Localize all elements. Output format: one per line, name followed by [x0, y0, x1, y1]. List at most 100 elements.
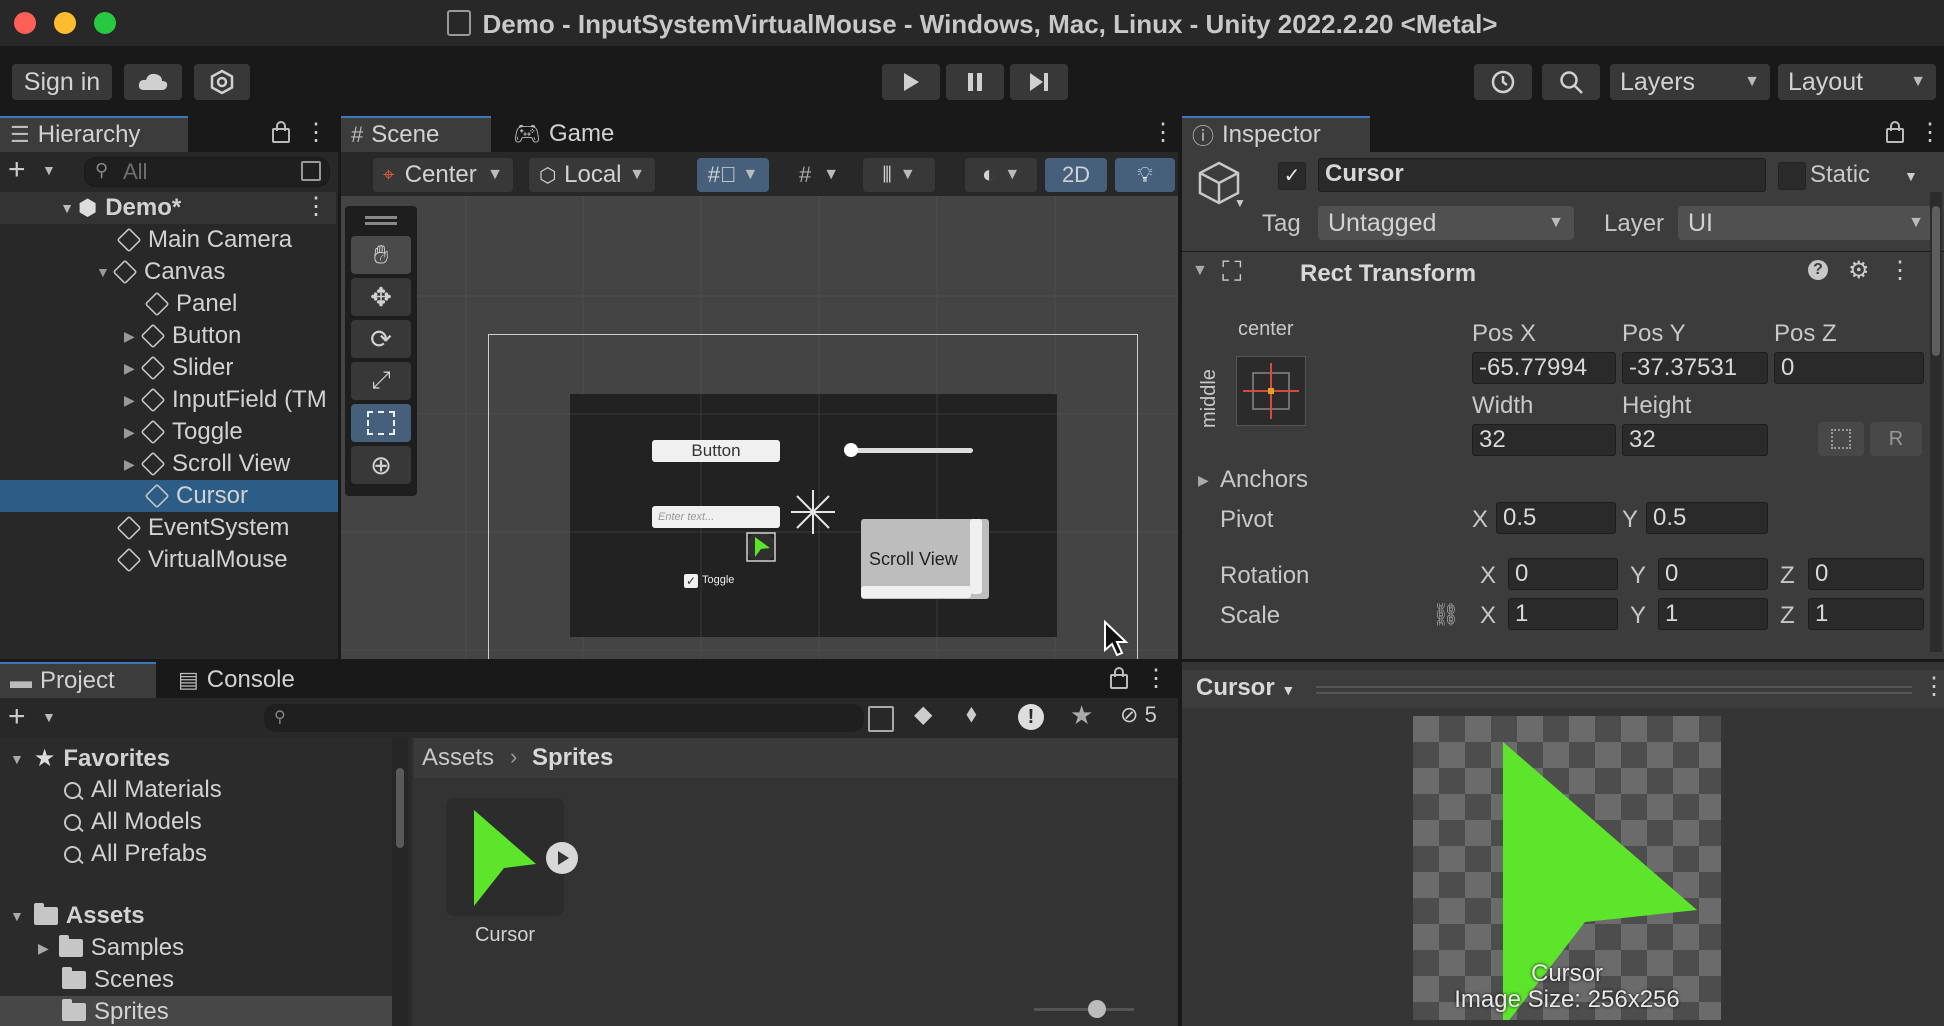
favorite-item[interactable]: All Prefabs	[64, 840, 207, 868]
icon-size-slider[interactable]	[1034, 1008, 1134, 1011]
hierarchy-item-scroll-view[interactable]: ▶ Scroll View	[0, 448, 338, 480]
sign-in-button[interactable]: Sign in	[12, 64, 112, 100]
preview-toggle-checkbox[interactable]: ✓	[684, 574, 698, 588]
tab-hierarchy[interactable]: ☰ Hierarchy	[0, 116, 188, 152]
preview-inputfield[interactable]: Enter text...	[652, 506, 780, 528]
project-search-input[interactable]: ⚲	[264, 704, 864, 732]
folder-item[interactable]: ▶ Samples	[38, 934, 184, 962]
pivot-mode-dropdown[interactable]: ⌖ Center ▼	[373, 158, 513, 192]
add-icon[interactable]: +	[8, 153, 26, 187]
step-button[interactable]	[1010, 64, 1068, 100]
hierarchy-search-input[interactable]: ⚲ All	[84, 157, 330, 187]
chevron-down-icon[interactable]: ▼	[1904, 168, 1918, 184]
cursor-sprite-icon[interactable]	[746, 532, 776, 562]
snap-increment-toggle[interactable]: # ▼	[783, 158, 855, 192]
more-options-icon[interactable]: ⋮	[1144, 664, 1168, 693]
search-button[interactable]	[1542, 64, 1600, 100]
pos-z-field[interactable]: 0	[1774, 352, 1924, 384]
rotate-tool-button[interactable]: ⟳	[351, 320, 411, 358]
collapsed-icon[interactable]: ▶	[1198, 472, 1209, 489]
inspector-scrollbar[interactable]	[1930, 192, 1942, 652]
pivot-x-field[interactable]: 0.5	[1496, 502, 1616, 534]
favorite-item[interactable]: All Models	[64, 808, 202, 836]
add-icon[interactable]: +	[8, 700, 26, 734]
folder-item[interactable]: Scenes	[62, 966, 174, 994]
scale-tool-button[interactable]: ⤢	[351, 362, 411, 400]
pause-button[interactable]	[946, 64, 1004, 100]
anchor-preset-button[interactable]	[1236, 356, 1306, 426]
pos-x-field[interactable]: -65.77994	[1472, 352, 1616, 384]
more-options-icon[interactable]: ⋮	[1888, 256, 1912, 285]
rect-transform-header[interactable]: ▼ ⛶ Rect Transform ? ⚙︎ ⋮	[1182, 252, 1944, 294]
expand-sprite-button[interactable]	[546, 842, 578, 874]
tab-game[interactable]: 🎮︎ Game	[503, 116, 633, 152]
chevron-down-icon[interactable]: ▼	[1234, 196, 1246, 210]
lock-icon[interactable]	[1110, 667, 1128, 689]
lighting-toggle[interactable]: 💡︎	[1115, 158, 1175, 192]
scene-pick-icon[interactable]	[301, 161, 321, 181]
presets-icon[interactable]: ⚙︎	[1848, 256, 1870, 285]
preview-slider[interactable]	[848, 448, 973, 453]
hierarchy-item-panel[interactable]: Panel	[0, 288, 338, 320]
scale-y-field[interactable]: 1	[1658, 598, 1768, 630]
lock-icon[interactable]	[272, 121, 290, 143]
scale-z-field[interactable]: 1	[1808, 598, 1924, 630]
hierarchy-scene-row[interactable]: ▼ ⬢ Demo* ⋮	[0, 192, 336, 224]
rect-tool-button[interactable]	[351, 404, 411, 442]
layers-dropdown[interactable]: Layers ▼	[1610, 64, 1770, 100]
favorite-item[interactable]: All Materials	[64, 776, 222, 804]
more-options-icon[interactable]: ⋮	[304, 192, 328, 221]
undo-history-button[interactable]	[1474, 64, 1532, 100]
filter-by-label-icon[interactable]: ⬧	[966, 700, 977, 728]
filter-by-type-icon[interactable]: ◆	[914, 700, 932, 729]
move-tool-button[interactable]: ✥	[351, 278, 411, 316]
pos-y-field[interactable]: -37.37531	[1622, 352, 1768, 384]
height-field[interactable]: 32	[1622, 424, 1768, 456]
pivot-y-field[interactable]: 0.5	[1646, 502, 1768, 534]
filter-warnings-icon[interactable]: !	[1018, 704, 1044, 730]
space-mode-dropdown[interactable]: ⬡ Local ▼	[529, 158, 655, 192]
width-field[interactable]: 32	[1472, 424, 1616, 456]
rotation-x-field[interactable]: 0	[1508, 558, 1618, 590]
rotation-z-field[interactable]: 0	[1808, 558, 1924, 590]
static-checkbox[interactable]	[1778, 162, 1806, 190]
hierarchy-item-toggle[interactable]: ▶ Toggle	[0, 416, 338, 448]
palette-grip[interactable]	[365, 216, 397, 219]
hierarchy-item-slider[interactable]: ▶ Slider	[0, 352, 338, 384]
layer-dropdown[interactable]: UI ▼	[1678, 206, 1934, 240]
cloud-button[interactable]	[124, 64, 182, 100]
favorites-header[interactable]: ▼ ★ Favorites	[10, 744, 170, 773]
hierarchy-item-main-camera[interactable]: Main Camera	[0, 224, 338, 256]
hierarchy-item-button[interactable]: ▶ Button	[0, 320, 338, 352]
favorite-star-icon[interactable]: ★	[1070, 700, 1093, 731]
anchors-foldout[interactable]: Anchors	[1220, 466, 1308, 494]
icon-size-slider-handle[interactable]	[1088, 1000, 1106, 1018]
preview-scrollbar-horizontal[interactable]	[861, 586, 971, 598]
hierarchy-item-cursor[interactable]: Cursor	[0, 480, 338, 512]
link-off-icon[interactable]: ⛓	[1432, 602, 1460, 628]
scene-viewport[interactable]: Button Enter text... ✓ Toggle Scroll Vie…	[341, 196, 1178, 659]
preview-title-dropdown[interactable]: Cursor ▼	[1196, 674, 1295, 702]
asset-thumbnail-cursor[interactable]	[446, 798, 578, 916]
preview-scrollbar-vertical[interactable]	[970, 519, 982, 594]
folder-item-selected[interactable]: Sprites	[0, 996, 398, 1026]
search-by-type-icon[interactable]	[868, 706, 894, 732]
more-options-icon[interactable]: ⋮	[1922, 672, 1944, 701]
hierarchy-item-canvas[interactable]: ▼ Canvas	[0, 256, 338, 288]
layout-dropdown[interactable]: Layout ▼	[1778, 64, 1936, 100]
raw-edit-button[interactable]: R	[1870, 422, 1922, 456]
blueprint-mode-button[interactable]	[1818, 422, 1864, 456]
folder-tree-scrollbar[interactable]	[392, 738, 408, 1026]
help-icon[interactable]: ?	[1808, 260, 1828, 280]
preview-button[interactable]: Button	[652, 440, 780, 462]
breadcrumb-root[interactable]: Assets	[422, 744, 494, 772]
lock-icon[interactable]	[1886, 121, 1904, 143]
transform-tool-button[interactable]: ⊕	[351, 446, 411, 484]
tab-inspector[interactable]: ⓘ Inspector	[1182, 116, 1370, 152]
tab-project[interactable]: ▬ Project	[0, 662, 156, 698]
more-options-icon[interactable]: ⋮	[1918, 118, 1942, 147]
folder-tree-scroll-thumb[interactable]	[396, 768, 404, 848]
tab-scene[interactable]: # Scene	[341, 116, 491, 152]
preview-slider-handle[interactable]	[844, 443, 858, 457]
inspector-scroll-thumb[interactable]	[1932, 206, 1940, 356]
